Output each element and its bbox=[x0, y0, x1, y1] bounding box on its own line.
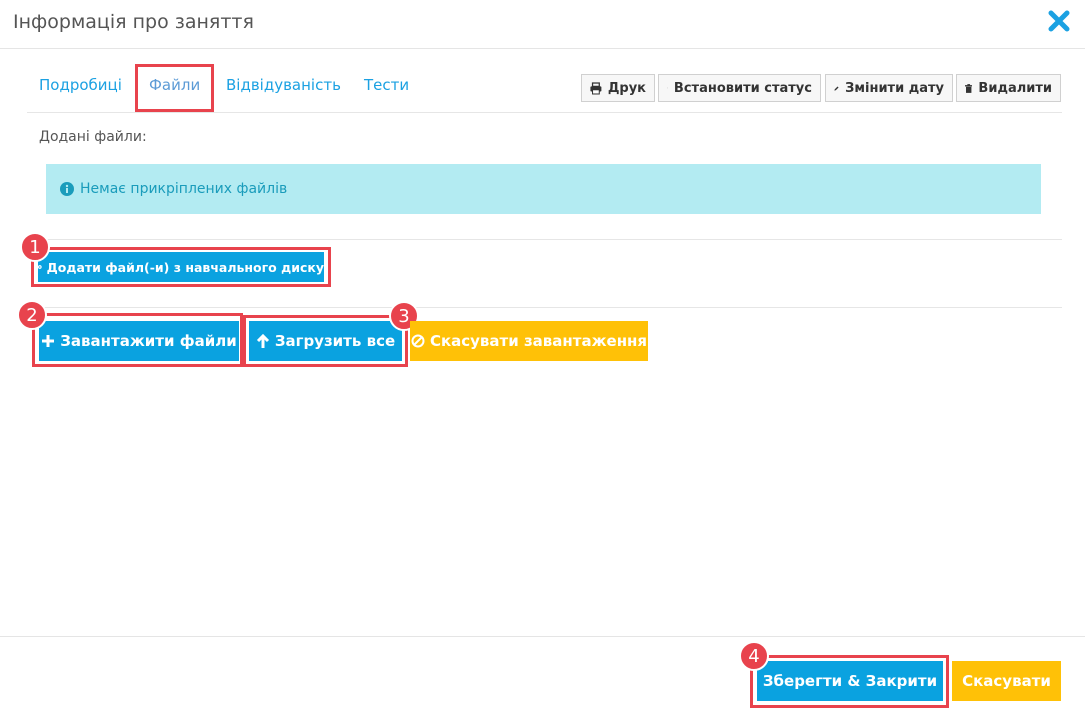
change-date-label: Змінити дату bbox=[845, 80, 944, 96]
footer-divider bbox=[0, 636, 1085, 637]
highlight-2 bbox=[32, 313, 243, 367]
delete-button[interactable]: Видалити bbox=[956, 74, 1061, 102]
set-status-label: Встановити статус bbox=[673, 80, 812, 96]
print-icon bbox=[590, 81, 602, 94]
cancel-label: Скасувати bbox=[962, 672, 1051, 690]
highlight-4 bbox=[750, 655, 949, 708]
modal-header: Інформація про заняття bbox=[0, 0, 1085, 49]
modal-title: Інформація про заняття bbox=[13, 11, 254, 33]
tab-attendance[interactable]: Відвідуваність bbox=[226, 76, 341, 94]
tab-bar: Подробиці Файли Відвідуваність Тести Дру… bbox=[27, 62, 1062, 113]
annotation-badge-4: 4 bbox=[739, 641, 769, 671]
no-files-text: Немає прикріплених файлів bbox=[80, 181, 288, 197]
tab-tests[interactable]: Тести bbox=[364, 76, 409, 94]
annotation-badge-1: 1 bbox=[20, 232, 50, 262]
set-status-button[interactable]: Встановити статус bbox=[658, 74, 821, 102]
trash-icon bbox=[965, 83, 973, 93]
ban-icon bbox=[411, 334, 425, 348]
cancel-upload-label: Скасувати завантаження bbox=[429, 332, 648, 350]
cancel-button[interactable]: Скасувати bbox=[952, 661, 1061, 701]
divider bbox=[27, 239, 1062, 240]
no-files-alert: Немає прикріплених файлів bbox=[46, 164, 1041, 214]
annotation-badge-2: 2 bbox=[17, 300, 47, 330]
info-icon bbox=[60, 182, 74, 196]
highlight-1 bbox=[31, 247, 331, 287]
close-icon[interactable] bbox=[1047, 9, 1071, 33]
tab-files-highlight bbox=[135, 64, 214, 112]
print-label: Друк bbox=[607, 80, 646, 96]
pencil-icon bbox=[834, 86, 839, 91]
chevron-down-icon bbox=[667, 87, 668, 89]
highlight-3 bbox=[243, 315, 408, 367]
print-button[interactable]: Друк bbox=[581, 74, 655, 102]
files-label: Додані файли: bbox=[39, 129, 147, 145]
change-date-button[interactable]: Змінити дату bbox=[825, 74, 953, 102]
tab-details[interactable]: Подробиці bbox=[39, 76, 122, 94]
divider bbox=[27, 307, 1062, 308]
cancel-upload-button[interactable]: Скасувати завантаження bbox=[410, 321, 648, 361]
delete-label: Видалити bbox=[978, 80, 1052, 96]
